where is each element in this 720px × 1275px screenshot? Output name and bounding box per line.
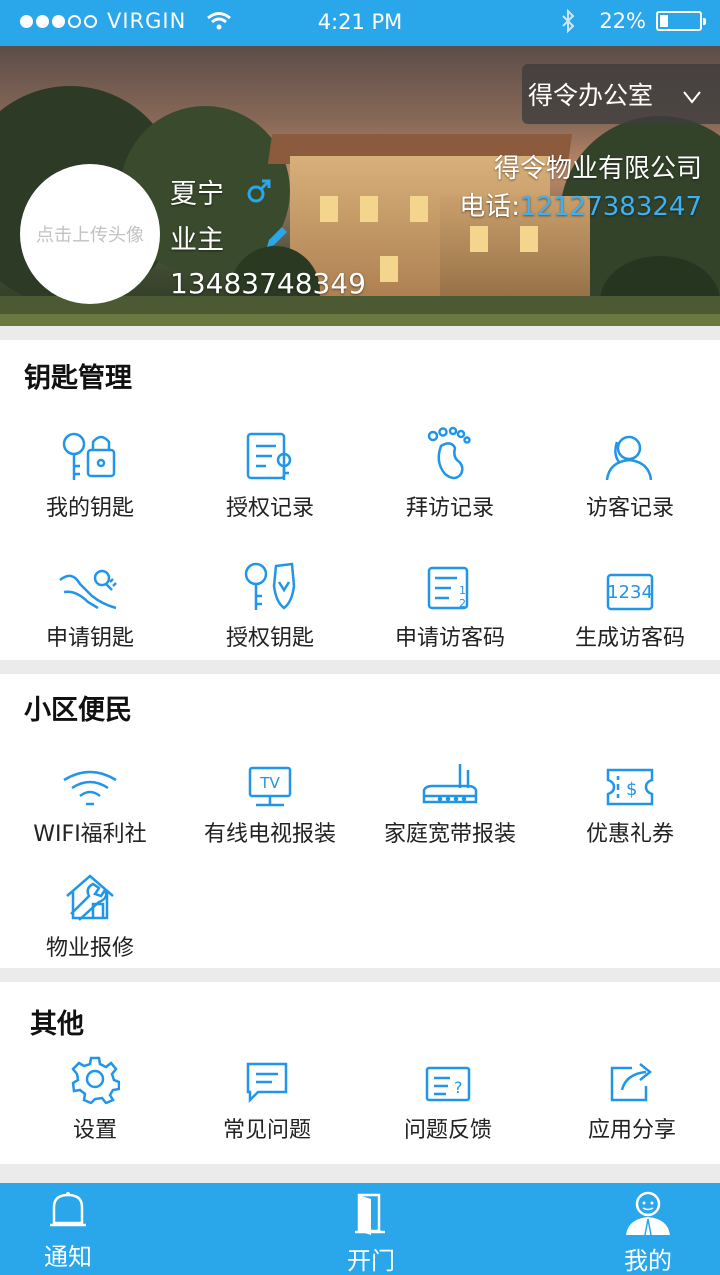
repair-button[interactable]: 物业报修 bbox=[0, 862, 180, 962]
item-label: 家庭宽带报装 bbox=[383, 822, 516, 847]
svg-text:$: $ bbox=[626, 779, 637, 800]
cable-tv-button[interactable]: TV 有线电视报装 bbox=[180, 748, 360, 848]
key-management-section: 钥匙管理 我的钥匙 授权记录 拜访记录 访客记录 申请钥匙 授权钥匙 1 2 申… bbox=[0, 340, 720, 660]
company-info: 得令物业有限公司 电话:12127383247 bbox=[459, 150, 702, 226]
gear-icon bbox=[5, 1044, 185, 1104]
item-label: WIFI福利社 bbox=[33, 822, 147, 847]
code-text: 1234 bbox=[607, 582, 653, 603]
item-label: 拜访记录 bbox=[405, 496, 494, 521]
svg-text:1: 1 bbox=[459, 584, 466, 597]
chat-icon bbox=[177, 1044, 357, 1104]
edit-pencil-icon[interactable] bbox=[264, 224, 290, 250]
item-label: 授权钥匙 bbox=[225, 626, 314, 651]
user-role: 业主 bbox=[170, 224, 224, 256]
community-section: 小区便民 WIFI福利社 TV 有线电视报装 家庭宽带报装 $ 优惠礼券 物业报… bbox=[0, 674, 720, 968]
phone-value[interactable]: 12127383247 bbox=[520, 192, 702, 222]
code-1234-icon: 1234 bbox=[540, 552, 720, 612]
share-app-button[interactable]: 应用分享 bbox=[542, 1044, 720, 1144]
company-phone: 电话:12127383247 bbox=[459, 188, 702, 226]
apply-key-button[interactable]: 申请钥匙 bbox=[0, 552, 180, 652]
item-label: 问题反馈 bbox=[403, 1118, 492, 1143]
male-icon bbox=[246, 178, 272, 204]
generate-visitor-code-button[interactable]: 1234 生成访客码 bbox=[540, 552, 720, 652]
tab-notifications[interactable]: 通知 bbox=[8, 1191, 128, 1272]
section-title: 钥匙管理 bbox=[24, 363, 132, 394]
profile-banner: 得令办公室 得令物业有限公司 电话:12127383247 点击上传头像 夏宁 … bbox=[0, 46, 720, 326]
item-label: 申请钥匙 bbox=[45, 626, 134, 651]
key-shield-icon bbox=[180, 552, 360, 612]
svg-text:2: 2 bbox=[459, 597, 466, 610]
item-label: 访客记录 bbox=[585, 496, 674, 521]
broadband-button[interactable]: 家庭宽带报装 bbox=[360, 748, 540, 848]
tab-my-profile[interactable]: 我的 bbox=[588, 1191, 708, 1275]
user-name: 夏宁 bbox=[170, 178, 224, 210]
tv-icon: TV bbox=[180, 748, 360, 808]
key-lock-icon bbox=[0, 422, 180, 482]
tab-label: 开门 bbox=[347, 1247, 395, 1275]
item-label: 设置 bbox=[72, 1118, 117, 1143]
share-icon bbox=[542, 1044, 720, 1104]
visitors-icon bbox=[540, 422, 720, 482]
company-name: 得令物业有限公司 bbox=[493, 154, 702, 184]
battery-icon bbox=[656, 11, 706, 31]
auth-record-icon bbox=[180, 422, 360, 482]
feedback-button[interactable]: ? 问题反馈 bbox=[358, 1044, 538, 1144]
visitor-records-button[interactable]: 访客记录 bbox=[540, 422, 720, 522]
avatar-upload[interactable]: 点击上传头像 bbox=[20, 164, 160, 304]
section-title: 其他 bbox=[30, 1009, 84, 1040]
auth-records-button[interactable]: 授权记录 bbox=[180, 422, 360, 522]
office-selector-label: 得令办公室 bbox=[528, 81, 654, 110]
tv-text: TV bbox=[260, 774, 280, 792]
faq-button[interactable]: 常见问题 bbox=[177, 1044, 357, 1144]
battery-info: 22% bbox=[561, 9, 706, 33]
apply-visitor-code-button[interactable]: 12 申请访客码 bbox=[360, 552, 540, 652]
user-info: 夏宁 业主 13483748349 bbox=[170, 168, 366, 306]
wifi-icon bbox=[0, 748, 180, 808]
numbered-list-icon: 12 bbox=[360, 552, 540, 612]
item-label: 优惠礼券 bbox=[585, 822, 674, 847]
chevron-down-icon bbox=[682, 82, 702, 111]
section-title: 小区便民 bbox=[24, 695, 132, 726]
bottom-tab-bar: 通知 开门 我的 bbox=[0, 1183, 720, 1275]
battery-percent: 22% bbox=[599, 9, 646, 33]
phone-label: 电话: bbox=[459, 192, 521, 222]
tab-label: 通知 bbox=[44, 1243, 92, 1271]
tab-label: 我的 bbox=[624, 1247, 672, 1275]
bell-icon bbox=[8, 1191, 128, 1235]
user-phone: 13483748349 bbox=[170, 266, 366, 300]
other-section: 其他 设置 常见问题 ? 问题反馈 应用分享 bbox=[0, 982, 720, 1164]
item-label: 常见问题 bbox=[222, 1118, 311, 1143]
house-repair-icon bbox=[0, 862, 180, 922]
item-label: 应用分享 bbox=[587, 1118, 676, 1143]
avatar-placeholder-text: 点击上传头像 bbox=[36, 225, 144, 246]
my-keys-button[interactable]: 我的钥匙 bbox=[0, 422, 180, 522]
item-label: 我的钥匙 bbox=[45, 496, 134, 521]
item-label: 生成访客码 bbox=[574, 626, 685, 651]
coupon-button[interactable]: $ 优惠礼券 bbox=[540, 748, 720, 848]
footprint-icon bbox=[360, 422, 540, 482]
user-icon bbox=[588, 1191, 708, 1239]
hand-key-icon bbox=[0, 552, 180, 612]
coupon-icon: $ bbox=[540, 748, 720, 808]
item-label: 申请访客码 bbox=[394, 626, 505, 651]
visit-records-button[interactable]: 拜访记录 bbox=[360, 422, 540, 522]
item-label: 授权记录 bbox=[225, 496, 314, 521]
item-label: 物业报修 bbox=[45, 936, 134, 961]
authorize-key-button[interactable]: 授权钥匙 bbox=[180, 552, 360, 652]
item-label: 有线电视报装 bbox=[203, 822, 336, 847]
door-icon bbox=[311, 1191, 431, 1239]
status-bar: VIRGIN 4:21 PM 22% bbox=[0, 0, 720, 46]
bluetooth-icon bbox=[561, 9, 575, 33]
settings-button[interactable]: 设置 bbox=[5, 1044, 185, 1144]
feedback-icon: ? bbox=[358, 1044, 538, 1104]
tab-open-door[interactable]: 开门 bbox=[311, 1191, 431, 1275]
wifi-button[interactable]: WIFI福利社 bbox=[0, 748, 180, 848]
router-icon bbox=[360, 748, 540, 808]
office-selector[interactable]: 得令办公室 bbox=[522, 64, 720, 124]
svg-text:?: ? bbox=[454, 1078, 463, 1097]
